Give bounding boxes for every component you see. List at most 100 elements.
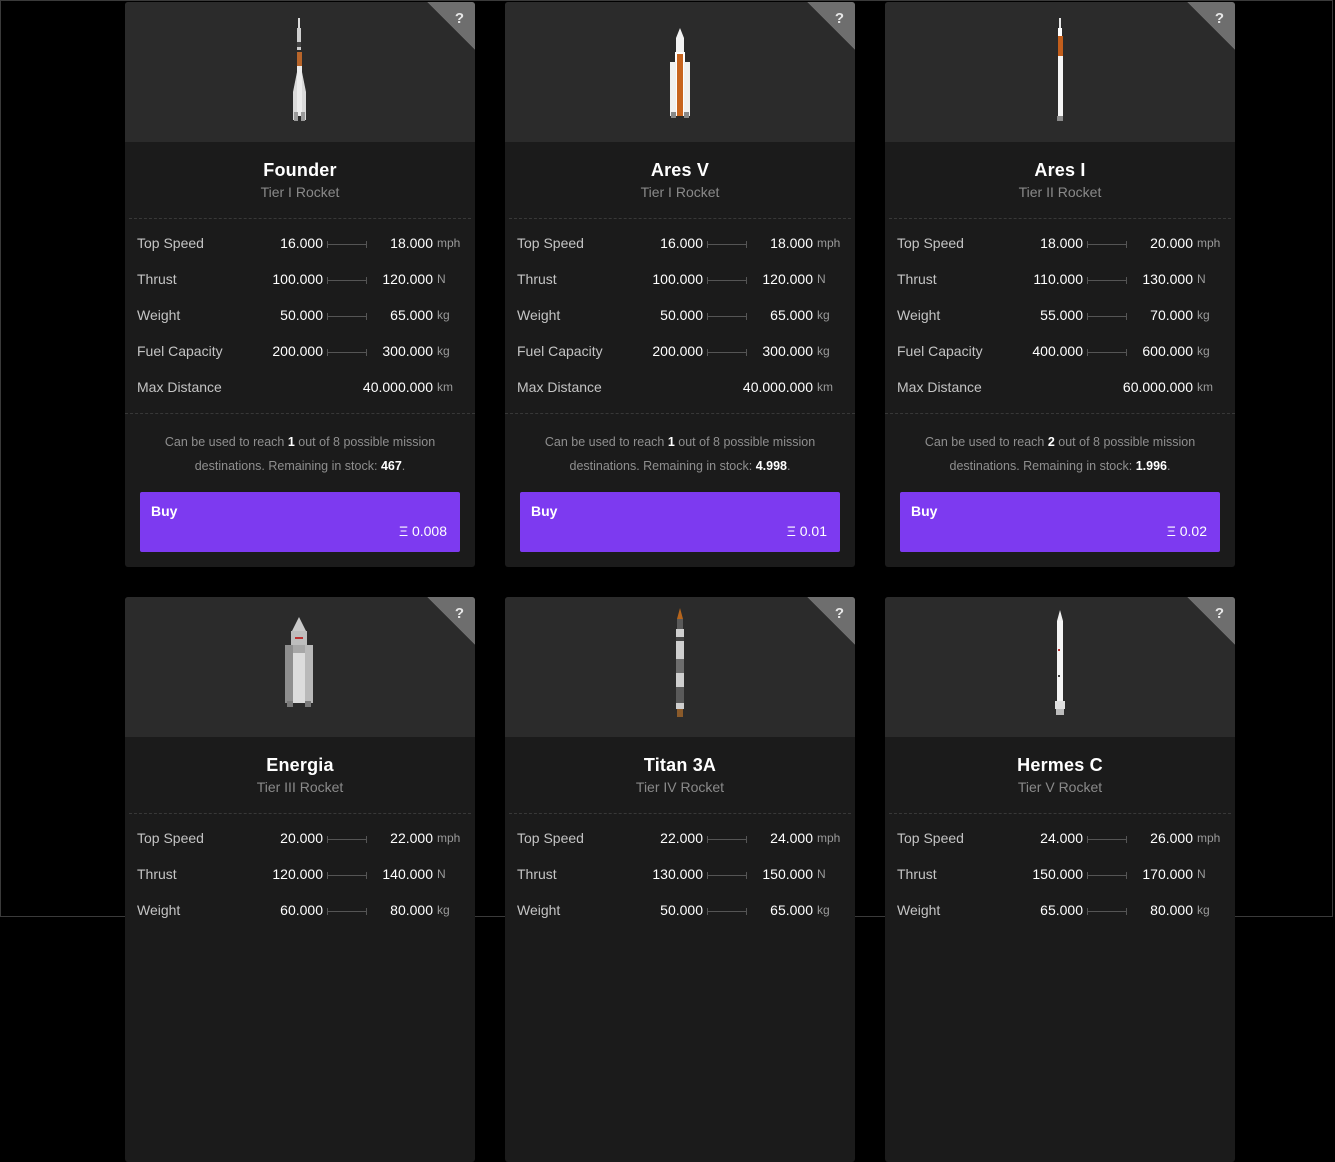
mission-description: Can be used to reach 1 out of 8 possible… xyxy=(145,430,455,478)
stat-unit: mph xyxy=(437,236,461,250)
range-bar xyxy=(707,241,747,248)
stat-unit: N xyxy=(437,272,446,286)
help-corner[interactable] xyxy=(807,597,855,645)
stat-min: 60.000 xyxy=(280,902,323,918)
stat-max-distance: Max Distance 40.000.000 km xyxy=(137,379,461,399)
stat-unit: kg xyxy=(817,308,830,322)
stat-label: Thrust xyxy=(517,866,557,882)
stat-max: 65.000 xyxy=(390,307,433,323)
stat-max-distance: Max Distance 60.000.000 km xyxy=(897,379,1221,399)
stat-label: Thrust xyxy=(137,866,177,882)
divider xyxy=(129,813,471,814)
rocket-image-area xyxy=(505,2,855,142)
stat-label: Weight xyxy=(897,902,941,918)
stat-min: 200.000 xyxy=(272,343,323,359)
stat-min: 130.000 xyxy=(652,866,703,882)
buy-button[interactable]: Buy Ξ 0.008 xyxy=(140,492,460,552)
stat-label: Top Speed xyxy=(137,830,204,846)
stat-max: 140.000 xyxy=(382,866,433,882)
stat-min: 50.000 xyxy=(660,307,703,323)
stat-unit: kg xyxy=(1197,344,1210,358)
stat-min: 50.000 xyxy=(280,307,323,323)
range-bar xyxy=(707,313,747,320)
buy-button[interactable]: Buy Ξ 0.02 xyxy=(900,492,1220,552)
stat-max: 80.000 xyxy=(1150,902,1193,918)
reach-count: 2 xyxy=(1047,435,1055,449)
rocket-image-area xyxy=(125,2,475,142)
stat-label: Top Speed xyxy=(897,830,964,846)
desc-text: . xyxy=(1167,459,1171,473)
divider xyxy=(505,413,855,414)
stat-max: 20.000 xyxy=(1150,235,1193,251)
stat-min: 200.000 xyxy=(652,343,703,359)
stat-weight: Weight 65.000 80.000 kg xyxy=(897,902,1221,922)
buy-label: Buy xyxy=(151,503,178,519)
stat-unit: N xyxy=(437,867,446,881)
stat-value: 60.000.000 xyxy=(1122,379,1193,395)
help-corner-icon[interactable]: ? xyxy=(455,10,464,27)
help-corner[interactable] xyxy=(427,597,475,645)
rocket-name: Ares V xyxy=(650,160,710,180)
range-bar xyxy=(707,277,747,284)
rocket-tier: Tier IV Rocket xyxy=(635,779,725,795)
stat-max: 65.000 xyxy=(770,307,813,323)
stat-unit: mph xyxy=(817,831,841,845)
rocket-image xyxy=(285,617,313,707)
mission-description: Can be used to reach 1 out of 8 possible… xyxy=(525,430,835,478)
reach-count: 1 xyxy=(667,435,675,449)
help-corner[interactable] xyxy=(1187,2,1235,50)
divider xyxy=(129,218,471,219)
stat-unit: kg xyxy=(817,903,830,917)
stat-unit: mph xyxy=(817,236,841,250)
stat-label: Max Distance xyxy=(517,379,602,395)
stat-min: 18.000 xyxy=(1040,235,1083,251)
help-corner-icon[interactable]: ? xyxy=(1215,605,1224,622)
stat-unit: kg xyxy=(437,308,450,322)
help-corner-icon[interactable]: ? xyxy=(455,605,464,622)
stat-min: 24.000 xyxy=(1040,830,1083,846)
stat-unit: kg xyxy=(1197,308,1210,322)
buy-label: Buy xyxy=(531,503,558,519)
stat-unit: N xyxy=(1197,867,1206,881)
help-corner[interactable] xyxy=(1187,597,1235,645)
help-corner-icon[interactable]: ? xyxy=(835,10,844,27)
stat-label: Weight xyxy=(517,307,561,323)
stat-label: Weight xyxy=(137,902,181,918)
help-corner[interactable] xyxy=(427,2,475,50)
rocket-image-area xyxy=(885,597,1235,737)
stat-label: Top Speed xyxy=(137,235,204,251)
range-bar xyxy=(1087,241,1127,248)
help-corner-icon[interactable]: ? xyxy=(835,605,844,622)
stat-label: Weight xyxy=(137,307,181,323)
rocket-image xyxy=(670,28,690,118)
stat-max: 600.000 xyxy=(1142,343,1193,359)
stat-label: Thrust xyxy=(897,271,937,287)
stat-label: Fuel Capacity xyxy=(137,343,223,359)
stat-max: 70.000 xyxy=(1150,307,1193,323)
stat-max: 120.000 xyxy=(762,271,813,287)
rocket-image xyxy=(293,18,306,121)
stat-label: Max Distance xyxy=(897,379,982,395)
divider xyxy=(509,218,851,219)
stat-max: 18.000 xyxy=(390,235,433,251)
desc-text: Can be used to reach xyxy=(544,435,668,449)
stat-min: 22.000 xyxy=(660,830,703,846)
stat-fuel-capacity: Fuel Capacity 200.000 300.000 kg xyxy=(517,343,841,363)
divider xyxy=(125,413,475,414)
stat-label: Top Speed xyxy=(517,830,584,846)
stat-min: 120.000 xyxy=(272,866,323,882)
stat-thrust: Thrust 100.000 120.000 N xyxy=(137,271,461,291)
buy-button[interactable]: Buy Ξ 0.01 xyxy=(520,492,840,552)
help-corner-icon[interactable]: ? xyxy=(1215,10,1224,27)
stat-top-speed: Top Speed 18.000 20.000 mph xyxy=(897,235,1221,255)
stock-count: 467 xyxy=(380,459,402,473)
stat-min: 16.000 xyxy=(280,235,323,251)
rocket-name: Ares I xyxy=(1034,160,1086,180)
stat-value: 40.000.000 xyxy=(362,379,433,395)
help-corner[interactable] xyxy=(807,2,855,50)
stat-unit: mph xyxy=(1197,236,1221,250)
range-bar xyxy=(707,908,747,915)
stat-max: 80.000 xyxy=(390,902,433,918)
stat-max: 22.000 xyxy=(390,830,433,846)
stat-min: 110.000 xyxy=(1033,271,1083,287)
